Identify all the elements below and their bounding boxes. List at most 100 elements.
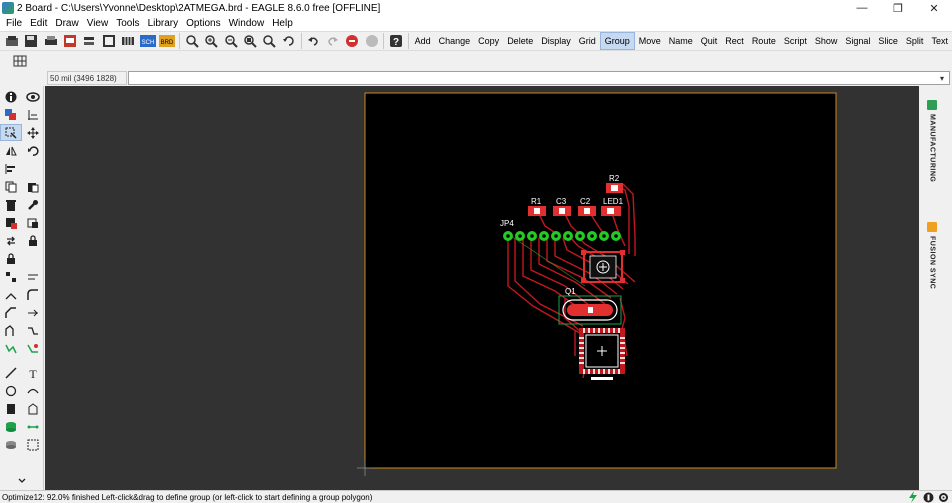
paste-icon[interactable] — [22, 178, 44, 195]
command-add[interactable]: Add — [411, 32, 435, 50]
command-grid[interactable]: Grid — [575, 32, 600, 50]
rectangle-icon[interactable] — [0, 400, 22, 417]
copy-icon[interactable] — [0, 178, 22, 195]
fusion-sync-tab[interactable]: FUSION SYNC — [924, 222, 940, 289]
script-icon[interactable] — [99, 32, 118, 50]
menu-file[interactable]: File — [2, 16, 26, 31]
text-tool-icon[interactable]: T — [22, 364, 44, 381]
mark-icon[interactable] — [22, 106, 44, 123]
menu-options[interactable]: Options — [182, 16, 224, 31]
hole-icon[interactable] — [0, 436, 22, 453]
right-side-panel: MANUFACTURING FUSION SYNC — [919, 86, 952, 490]
command-delete[interactable]: Delete — [503, 32, 537, 50]
command-move[interactable]: Move — [635, 32, 665, 50]
command-split[interactable]: Split — [902, 32, 928, 50]
menu-window[interactable]: Window — [225, 16, 269, 31]
align-icon[interactable] — [0, 160, 22, 177]
ulp-icon[interactable] — [119, 32, 138, 50]
redraw-icon[interactable] — [279, 32, 298, 50]
route-icon[interactable] — [0, 322, 22, 339]
value-icon[interactable] — [22, 268, 44, 285]
save-icon[interactable] — [21, 32, 40, 50]
add-part-icon[interactable] — [0, 214, 22, 231]
via-icon[interactable] — [0, 418, 22, 435]
zoom-select-icon[interactable] — [240, 32, 259, 50]
zoom-in-icon[interactable] — [201, 32, 220, 50]
maximize-button[interactable]: ❐ — [880, 0, 916, 16]
minimize-button[interactable]: — — [844, 0, 880, 16]
show-icon[interactable] — [22, 88, 44, 105]
settings-icon[interactable] — [937, 491, 949, 503]
mirror-icon[interactable] — [0, 142, 22, 159]
close-button[interactable]: ✕ — [916, 0, 952, 16]
command-script[interactable]: Script — [780, 32, 811, 50]
command-name[interactable]: Name — [665, 32, 697, 50]
wire-icon[interactable] — [0, 364, 22, 381]
smash-icon[interactable] — [0, 268, 22, 285]
open-icon[interactable] — [2, 32, 21, 50]
go-icon[interactable] — [362, 32, 381, 50]
command-route[interactable]: Route — [748, 32, 780, 50]
layers-display-icon[interactable] — [0, 106, 22, 123]
cam-icon[interactable] — [60, 32, 79, 50]
lock-icon[interactable] — [22, 232, 44, 249]
command-slice[interactable]: Slice — [874, 32, 902, 50]
command-show[interactable]: Show — [811, 32, 842, 50]
layers-icon[interactable] — [80, 32, 99, 50]
info-icon[interactable] — [0, 88, 22, 105]
schematic-switch-icon[interactable]: SCH — [138, 32, 157, 50]
redo-icon[interactable] — [323, 32, 342, 50]
dimension-icon[interactable] — [22, 436, 44, 453]
command-text[interactable]: Text — [927, 32, 952, 50]
command-rect[interactable]: Rect — [721, 32, 748, 50]
menu-draw[interactable]: Draw — [51, 16, 82, 31]
padlock-icon[interactable] — [0, 250, 22, 267]
multi-route-icon[interactable] — [22, 322, 44, 339]
zoom-previous-icon[interactable] — [260, 32, 279, 50]
command-quit[interactable]: Quit — [697, 32, 722, 50]
manufacturing-tab[interactable]: MANUFACTURING — [924, 100, 940, 182]
command-display[interactable]: Display — [537, 32, 575, 50]
group-select-icon[interactable] — [0, 124, 22, 141]
rotate-icon[interactable] — [22, 142, 44, 159]
wrench-icon[interactable] — [22, 196, 44, 213]
command-change[interactable]: Change — [435, 32, 475, 50]
autoroute-icon[interactable] — [0, 340, 22, 357]
undo-icon[interactable] — [304, 32, 323, 50]
zoom-out-icon[interactable] — [221, 32, 240, 50]
board-canvas[interactable]: R2 R1 C3 C2 LED1 JP4 Q1 — [45, 86, 919, 490]
ripup-icon[interactable] — [22, 340, 44, 357]
split-icon[interactable] — [0, 286, 22, 303]
meander-icon[interactable] — [22, 304, 44, 321]
polygon-icon[interactable] — [22, 400, 44, 417]
board-drawing[interactable]: R2 R1 C3 C2 LED1 JP4 Q1 — [45, 86, 919, 490]
lightning-icon[interactable] — [907, 491, 919, 503]
circle-icon[interactable] — [0, 382, 22, 399]
print-icon[interactable] — [41, 32, 60, 50]
zoom-fit-icon[interactable] — [182, 32, 201, 50]
menu-help[interactable]: Help — [268, 16, 297, 31]
delete-icon[interactable] — [0, 196, 22, 213]
optimize-icon[interactable] — [0, 304, 22, 321]
move-icon[interactable] — [22, 124, 44, 141]
command-line-input[interactable]: ▾ — [128, 71, 950, 85]
command-group[interactable]: Group — [599, 32, 635, 50]
menu-view[interactable]: View — [83, 16, 113, 31]
arc-icon[interactable] — [22, 382, 44, 399]
menu-library[interactable]: Library — [144, 16, 183, 31]
board-switch-icon[interactable]: BRD — [158, 32, 177, 50]
replace-icon[interactable] — [22, 214, 44, 231]
menu-edit[interactable]: Edit — [26, 16, 51, 31]
stop-icon[interactable] — [342, 32, 361, 50]
swap-icon[interactable] — [0, 232, 22, 249]
expand-chevron-icon[interactable] — [0, 472, 44, 489]
menu-tools[interactable]: Tools — [112, 16, 143, 31]
signal-icon[interactable] — [22, 418, 44, 435]
command-copy[interactable]: Copy — [474, 32, 503, 50]
miter-icon[interactable] — [22, 286, 44, 303]
chevron-down-icon[interactable]: ▾ — [937, 74, 947, 84]
grid-icon[interactable] — [10, 52, 30, 70]
stop-status-icon[interactable] — [922, 491, 934, 503]
help-icon[interactable]: ? — [386, 32, 405, 50]
command-signal[interactable]: Signal — [841, 32, 874, 50]
